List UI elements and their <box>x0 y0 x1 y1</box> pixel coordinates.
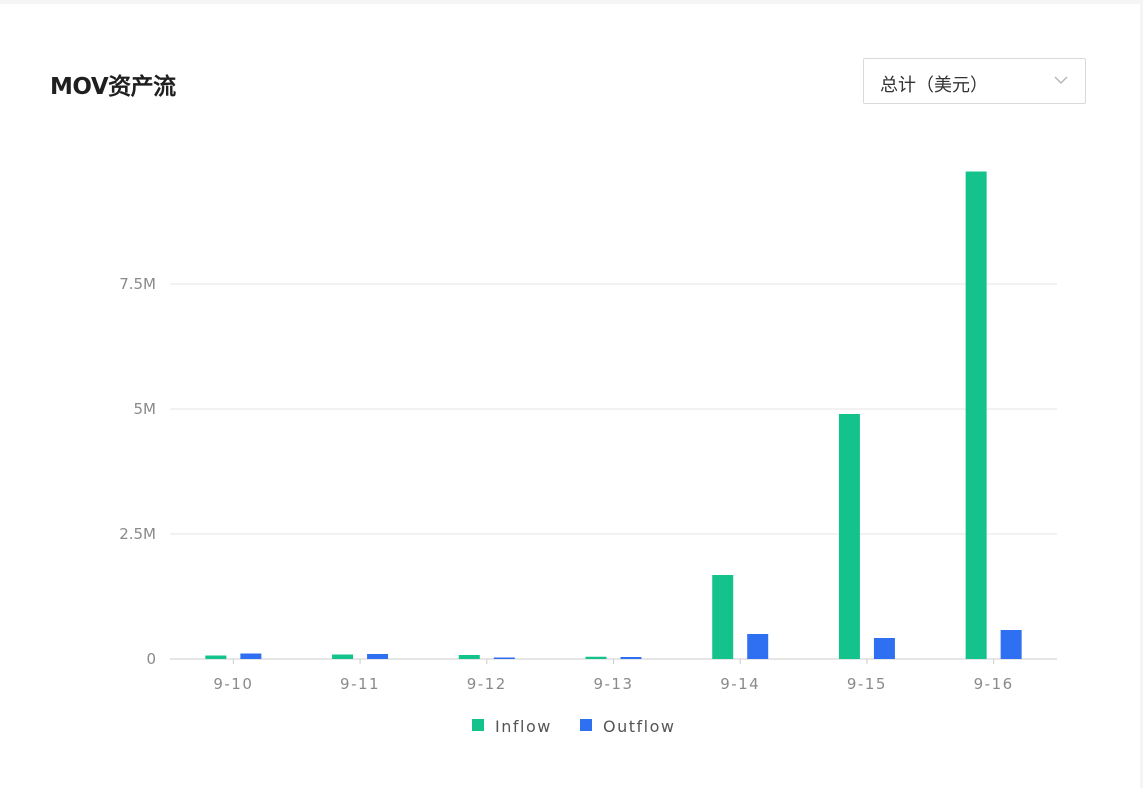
y-tick-label: 0 <box>146 650 156 668</box>
bar-inflow-9-14[interactable] <box>712 575 734 659</box>
y-tick-label: 5M <box>134 400 157 418</box>
bar-outflow-9-16[interactable] <box>1000 630 1022 659</box>
bar-outflow-9-11[interactable] <box>367 654 389 659</box>
x-tick-label: 9-13 <box>593 675 633 693</box>
x-tick-label: 9-10 <box>213 675 253 693</box>
x-tick-label: 9-14 <box>720 675 760 693</box>
bar-inflow-9-16[interactable] <box>965 171 987 660</box>
bar-inflow-9-10[interactable] <box>205 655 227 660</box>
x-tick-label: 9-12 <box>467 675 507 693</box>
bar-inflow-9-13[interactable] <box>585 656 607 659</box>
y-tick-label: 2.5M <box>119 525 156 543</box>
y-tick-label: 7.5M <box>119 275 156 293</box>
bar-outflow-9-15[interactable] <box>873 638 895 659</box>
bar-inflow-9-11[interactable] <box>332 654 354 660</box>
legend-label-outflow[interactable]: Outflow <box>603 717 675 736</box>
legend-swatch-inflow[interactable] <box>472 719 484 731</box>
bar-outflow-9-12[interactable] <box>493 657 515 660</box>
bar-inflow-9-15[interactable] <box>838 414 860 659</box>
bar-inflow-9-12[interactable] <box>458 655 480 659</box>
x-tick-label: 9-15 <box>847 675 887 693</box>
legend-swatch-outflow[interactable] <box>580 719 592 731</box>
x-tick-label: 9-11 <box>340 675 380 693</box>
bar-chart: 0 2.5M 5M 7.5M 9-10 9-11 9-12 9-13 9-14 9-15 9-16 I… <box>119 171 1057 736</box>
legend-label-inflow[interactable]: Inflow <box>495 717 552 736</box>
bar-outflow-9-14[interactable] <box>747 634 769 659</box>
bar-outflow-9-13[interactable] <box>620 657 642 659</box>
bar-outflow-9-10[interactable] <box>240 653 262 660</box>
x-tick-label: 9-16 <box>974 675 1014 693</box>
